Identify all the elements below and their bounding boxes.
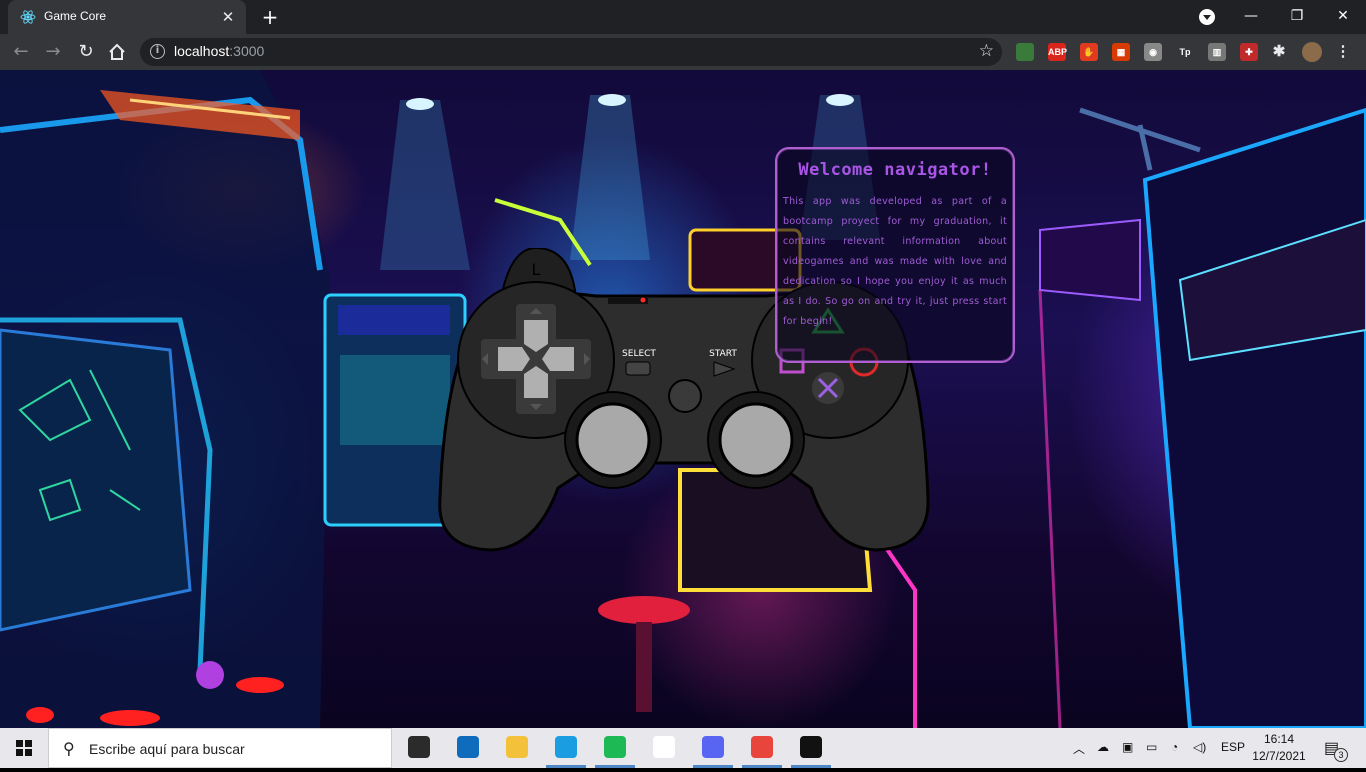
new-tab-button[interactable]: + [258,6,282,28]
terminal-icon [800,736,822,758]
store-app[interactable] [397,732,441,768]
volume-icon[interactable]: ◁) [1193,740,1206,754]
start-button[interactable] [0,728,48,768]
language-indicator[interactable]: ESP [1221,740,1245,754]
onedrive-icon[interactable]: ☁ [1097,740,1109,754]
chrome-app[interactable] [740,732,784,768]
avatar[interactable] [1302,42,1322,62]
barcode-icon[interactable]: ▥ [1208,43,1226,61]
search-placeholder: Escribe aquí para buscar [89,741,245,757]
office-icon[interactable]: ▦ [1112,43,1130,61]
puzzle-red-icon[interactable]: ✚ [1240,43,1258,61]
shoulder-l-label: L [532,260,541,279]
clock[interactable]: 16:14 12/7/2021 [1252,731,1306,765]
restore-button[interactable]: ❐ [1274,0,1320,34]
mail-icon [457,736,479,758]
bookmark-star-icon[interactable]: ☆ [979,41,994,61]
left-analog-stick[interactable] [575,402,651,478]
home-icon [109,43,125,60]
url-host: localhost [174,43,230,59]
forward-button[interactable]: → [40,39,66,65]
start-label: START [709,349,737,359]
page-viewport: L SELECT START Welcome navigator! This a… [0,70,1366,728]
edge-icon [555,736,577,758]
welcome-title: Welcome navigator! [798,160,992,180]
explorer-app[interactable] [495,732,539,768]
spotify-app[interactable] [593,732,637,768]
reload-button[interactable]: ↻ [73,39,99,65]
home-button[interactable] [104,39,130,65]
taskbar: ⚲ Escribe aquí para buscar ︿ ☁ ▣ ▭ ◔ ◁) … [0,728,1366,768]
chrome-icon [751,736,773,758]
terminal-app[interactable] [789,732,833,768]
home-center-button[interactable] [668,379,702,413]
spotify-icon [604,736,626,758]
mail-app[interactable] [446,732,490,768]
select-label: SELECT [622,349,656,359]
url-port: :3000 [229,43,265,59]
search-icon: ⚲ [63,739,75,758]
chevron-up-icon[interactable]: ︿ [1073,740,1085,757]
welcome-card: Welcome navigator! This app was develope… [775,147,1015,363]
explorer-icon [506,736,528,758]
tab-close-icon[interactable]: ✕ [218,7,238,27]
tp-icon[interactable]: Tp [1176,43,1194,61]
minimize-button[interactable]: — [1228,0,1274,34]
close-window-button[interactable]: ✕ [1320,0,1366,34]
react-icon [20,10,36,24]
tab-bar: Game Core ✕ + — ❐ ✕ [0,0,1366,34]
menu-kebab-icon[interactable]: ⋮ [1334,43,1352,61]
select-button[interactable] [625,361,651,376]
hand-icon[interactable]: ✋ [1080,43,1098,61]
address-bar[interactable]: i localhost:3000 ☆ [140,38,1002,66]
clock-time: 16:14 [1263,732,1295,746]
adblock-icon[interactable]: ABP [1048,43,1067,61]
slack-app[interactable] [642,732,686,768]
right-analog-stick[interactable] [718,402,794,478]
discord-app[interactable] [691,732,735,768]
slack-icon [653,736,675,758]
tab-title: Game Core [44,9,107,23]
windows-logo-icon [16,740,32,756]
site-info-icon[interactable]: i [150,44,165,59]
tab-search-button[interactable] [1199,9,1215,25]
battery-icon[interactable]: ▭ [1146,740,1157,754]
clock-date: 12/7/2021 [1252,749,1306,763]
welcome-text: This app was developed as part of a boot… [783,196,1007,327]
browser-tab[interactable]: Game Core ✕ [8,0,246,34]
notification-count-badge: 3 [1334,748,1348,762]
store-icon [408,736,430,758]
taskbar-search[interactable]: ⚲ Escribe aquí para buscar [48,728,392,768]
wifi-icon[interactable]: ◔ [1171,740,1178,754]
url-text: localhost:3000 [174,43,264,59]
edge-app[interactable] [544,732,588,768]
compass-icon[interactable]: ◉ [1144,43,1162,61]
device-icon[interactable]: ▣ [1122,740,1133,754]
discord-icon [702,736,724,758]
gem-icon[interactable] [1016,43,1034,61]
extensions-puzzle-icon[interactable]: ✱ [1270,43,1288,61]
back-button[interactable]: ← [8,39,34,65]
